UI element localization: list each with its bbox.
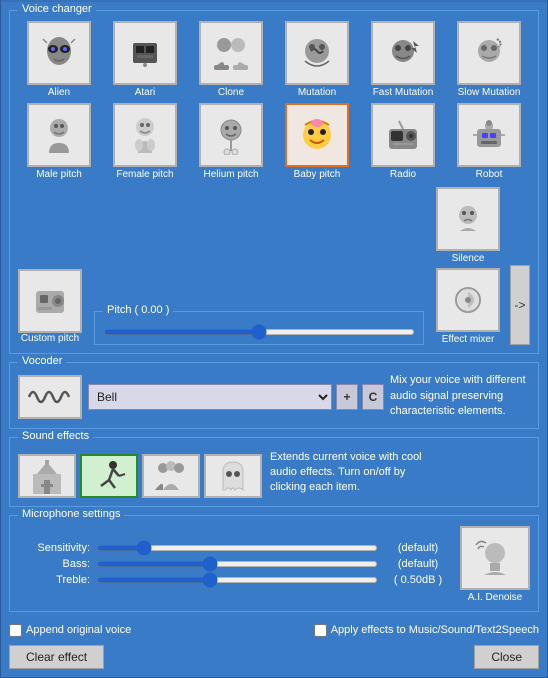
- voice-label-alien: Alien: [48, 87, 70, 99]
- voice-label-female-pitch: Female pitch: [116, 169, 173, 181]
- pitch-slider-section: Pitch ( 0.00 ): [94, 311, 424, 345]
- bass-value: (default): [384, 558, 452, 570]
- voice-icon-female-pitch: [113, 103, 177, 167]
- voice-item-clone[interactable]: Clone: [190, 21, 272, 99]
- custom-pitch-label: Custom pitch: [21, 333, 79, 345]
- treble-row: Treble: ( 0.50dB ): [18, 574, 452, 586]
- voice-label-radio: Radio: [390, 169, 416, 181]
- vocoder-select[interactable]: Bell Choir Violin Flute Guitar: [88, 384, 332, 410]
- voice-item-fast-mutation[interactable]: Fast Mutation: [362, 21, 444, 99]
- sound-effects-description: Extends current voice with cool audio ef…: [270, 450, 430, 496]
- voice-icon-fast-mutation: [371, 21, 435, 85]
- voice-icon-clone: [199, 21, 263, 85]
- effect-mixer-label: Effect mixer: [442, 334, 495, 345]
- apply-effects-checkbox[interactable]: [314, 624, 327, 637]
- voice-item-radio[interactable]: Radio: [362, 103, 444, 181]
- microphone-section: Microphone settings Sensitivity: (defaul…: [9, 515, 539, 612]
- voice-label-atari: Atari: [135, 87, 156, 99]
- arrow-button[interactable]: ->: [510, 265, 530, 345]
- append-original-checkbox[interactable]: [9, 624, 22, 637]
- voice-icon-male-pitch: [27, 103, 91, 167]
- effect-mixer-wrapper: Effect mixer: [436, 268, 500, 345]
- voice-item-slow-mutation[interactable]: Slow Mutation: [448, 21, 530, 99]
- treble-value: ( 0.50dB ): [384, 574, 452, 586]
- voice-icon-radio: [371, 103, 435, 167]
- vocoder-clear-button[interactable]: C: [362, 384, 384, 410]
- voice-item-helium-pitch[interactable]: Helium pitch: [190, 103, 272, 181]
- apply-effects-text: Apply effects to Music/Sound/Text2Speech: [331, 624, 539, 636]
- main-content: Voice changer Alien Atari: [1, 2, 547, 676]
- voice-changer-label: Voice changer: [18, 3, 96, 15]
- vocoder-description: Mix your voice with different audio sign…: [390, 373, 530, 419]
- voice-label-clone: Clone: [218, 87, 244, 99]
- voice-label-robot: Robot: [476, 169, 503, 181]
- denoise-button[interactable]: [460, 526, 530, 590]
- arrow-label: ->: [514, 298, 525, 312]
- voice-grid: Alien Atari Clone: [18, 21, 530, 181]
- append-original-text: Append original voice: [26, 624, 131, 636]
- pitch-slider[interactable]: [103, 329, 415, 335]
- voice-label-male-pitch: Male pitch: [36, 169, 82, 181]
- vocoder-section: Vocoder Bell Choir Violin Flute Guitar +…: [9, 362, 539, 428]
- voice-item-robot[interactable]: Robot: [448, 103, 530, 181]
- silence-label: Silence: [452, 253, 485, 264]
- voice-changer-section: Voice changer Alien Atari: [9, 10, 539, 354]
- voice-item-male-pitch[interactable]: Male pitch: [18, 103, 100, 181]
- sensitivity-row: Sensitivity: (default): [18, 542, 452, 554]
- vocoder-icon: [18, 375, 82, 419]
- bass-slider[interactable]: [96, 561, 378, 567]
- sensitivity-label: Sensitivity:: [18, 542, 90, 554]
- denoise-label: A.I. Denoise: [468, 592, 522, 603]
- append-original-label[interactable]: Append original voice: [9, 624, 131, 637]
- voice-item-atari[interactable]: Atari: [104, 21, 186, 99]
- sensitivity-slider[interactable]: [96, 545, 378, 551]
- sfx-ghost[interactable]: [204, 454, 262, 498]
- bottom-buttons: Clear effect Close: [9, 641, 539, 669]
- mic-sliders: Sensitivity: (default) Bass: (default) T…: [18, 538, 452, 590]
- voice-icon-mutation: [285, 21, 349, 85]
- clear-effect-button[interactable]: Clear effect: [9, 645, 104, 669]
- voice-label-fast-mutation: Fast Mutation: [373, 87, 434, 98]
- silence-wrapper: Silence: [436, 187, 500, 264]
- sound-effects-label: Sound effects: [18, 430, 93, 442]
- voice-label-helium-pitch: Helium pitch: [203, 169, 258, 181]
- voice-icon-alien: [27, 21, 91, 85]
- voice-label-mutation: Mutation: [298, 87, 336, 99]
- apply-effects-label[interactable]: Apply effects to Music/Sound/Text2Speech: [314, 624, 539, 637]
- vocoder-label: Vocoder: [18, 355, 66, 367]
- voice-item-alien[interactable]: Alien: [18, 21, 100, 99]
- treble-label: Treble:: [18, 574, 90, 586]
- voice-label-baby-pitch: Baby pitch: [294, 169, 341, 181]
- silence-button[interactable]: [436, 187, 500, 251]
- voice-icon-baby-pitch: [285, 103, 349, 167]
- sfx-church[interactable]: [18, 454, 76, 498]
- sfx-crowd[interactable]: [142, 454, 200, 498]
- bass-row: Bass: (default): [18, 558, 452, 570]
- sensitivity-value: (default): [384, 542, 452, 554]
- effect-mixer-button[interactable]: [436, 268, 500, 332]
- treble-slider[interactable]: [96, 577, 378, 583]
- main-window: 🐟 Clownfish Voice Changer - Baby pitch ✕…: [0, 0, 548, 678]
- voice-item-female-pitch[interactable]: Female pitch: [104, 103, 186, 181]
- sfx-runner[interactable]: [80, 454, 138, 498]
- microphone-label: Microphone settings: [18, 508, 124, 520]
- vocoder-controls: Bell Choir Violin Flute Guitar + C: [88, 384, 384, 410]
- pitch-section-label: Pitch ( 0.00 ): [103, 304, 173, 316]
- voice-item-mutation[interactable]: Mutation: [276, 21, 358, 99]
- close-button[interactable]: Close: [474, 645, 539, 669]
- bass-label: Bass:: [18, 558, 90, 570]
- sound-effects-grid: [18, 454, 262, 498]
- vocoder-add-button[interactable]: +: [336, 384, 358, 410]
- bottom-checkboxes: Append original voice Apply effects to M…: [9, 620, 539, 641]
- voice-label-slow-mutation: Slow Mutation: [458, 87, 521, 98]
- sound-effects-section: Sound effects Extends curre: [9, 437, 539, 507]
- denoise-wrapper: A.I. Denoise: [460, 526, 530, 603]
- voice-item-baby-pitch[interactable]: Baby pitch: [276, 103, 358, 181]
- custom-pitch-button[interactable]: [18, 269, 82, 333]
- voice-icon-atari: [113, 21, 177, 85]
- voice-icon-helium-pitch: [199, 103, 263, 167]
- voice-icon-robot: [457, 103, 521, 167]
- voice-icon-slow-mutation: [457, 21, 521, 85]
